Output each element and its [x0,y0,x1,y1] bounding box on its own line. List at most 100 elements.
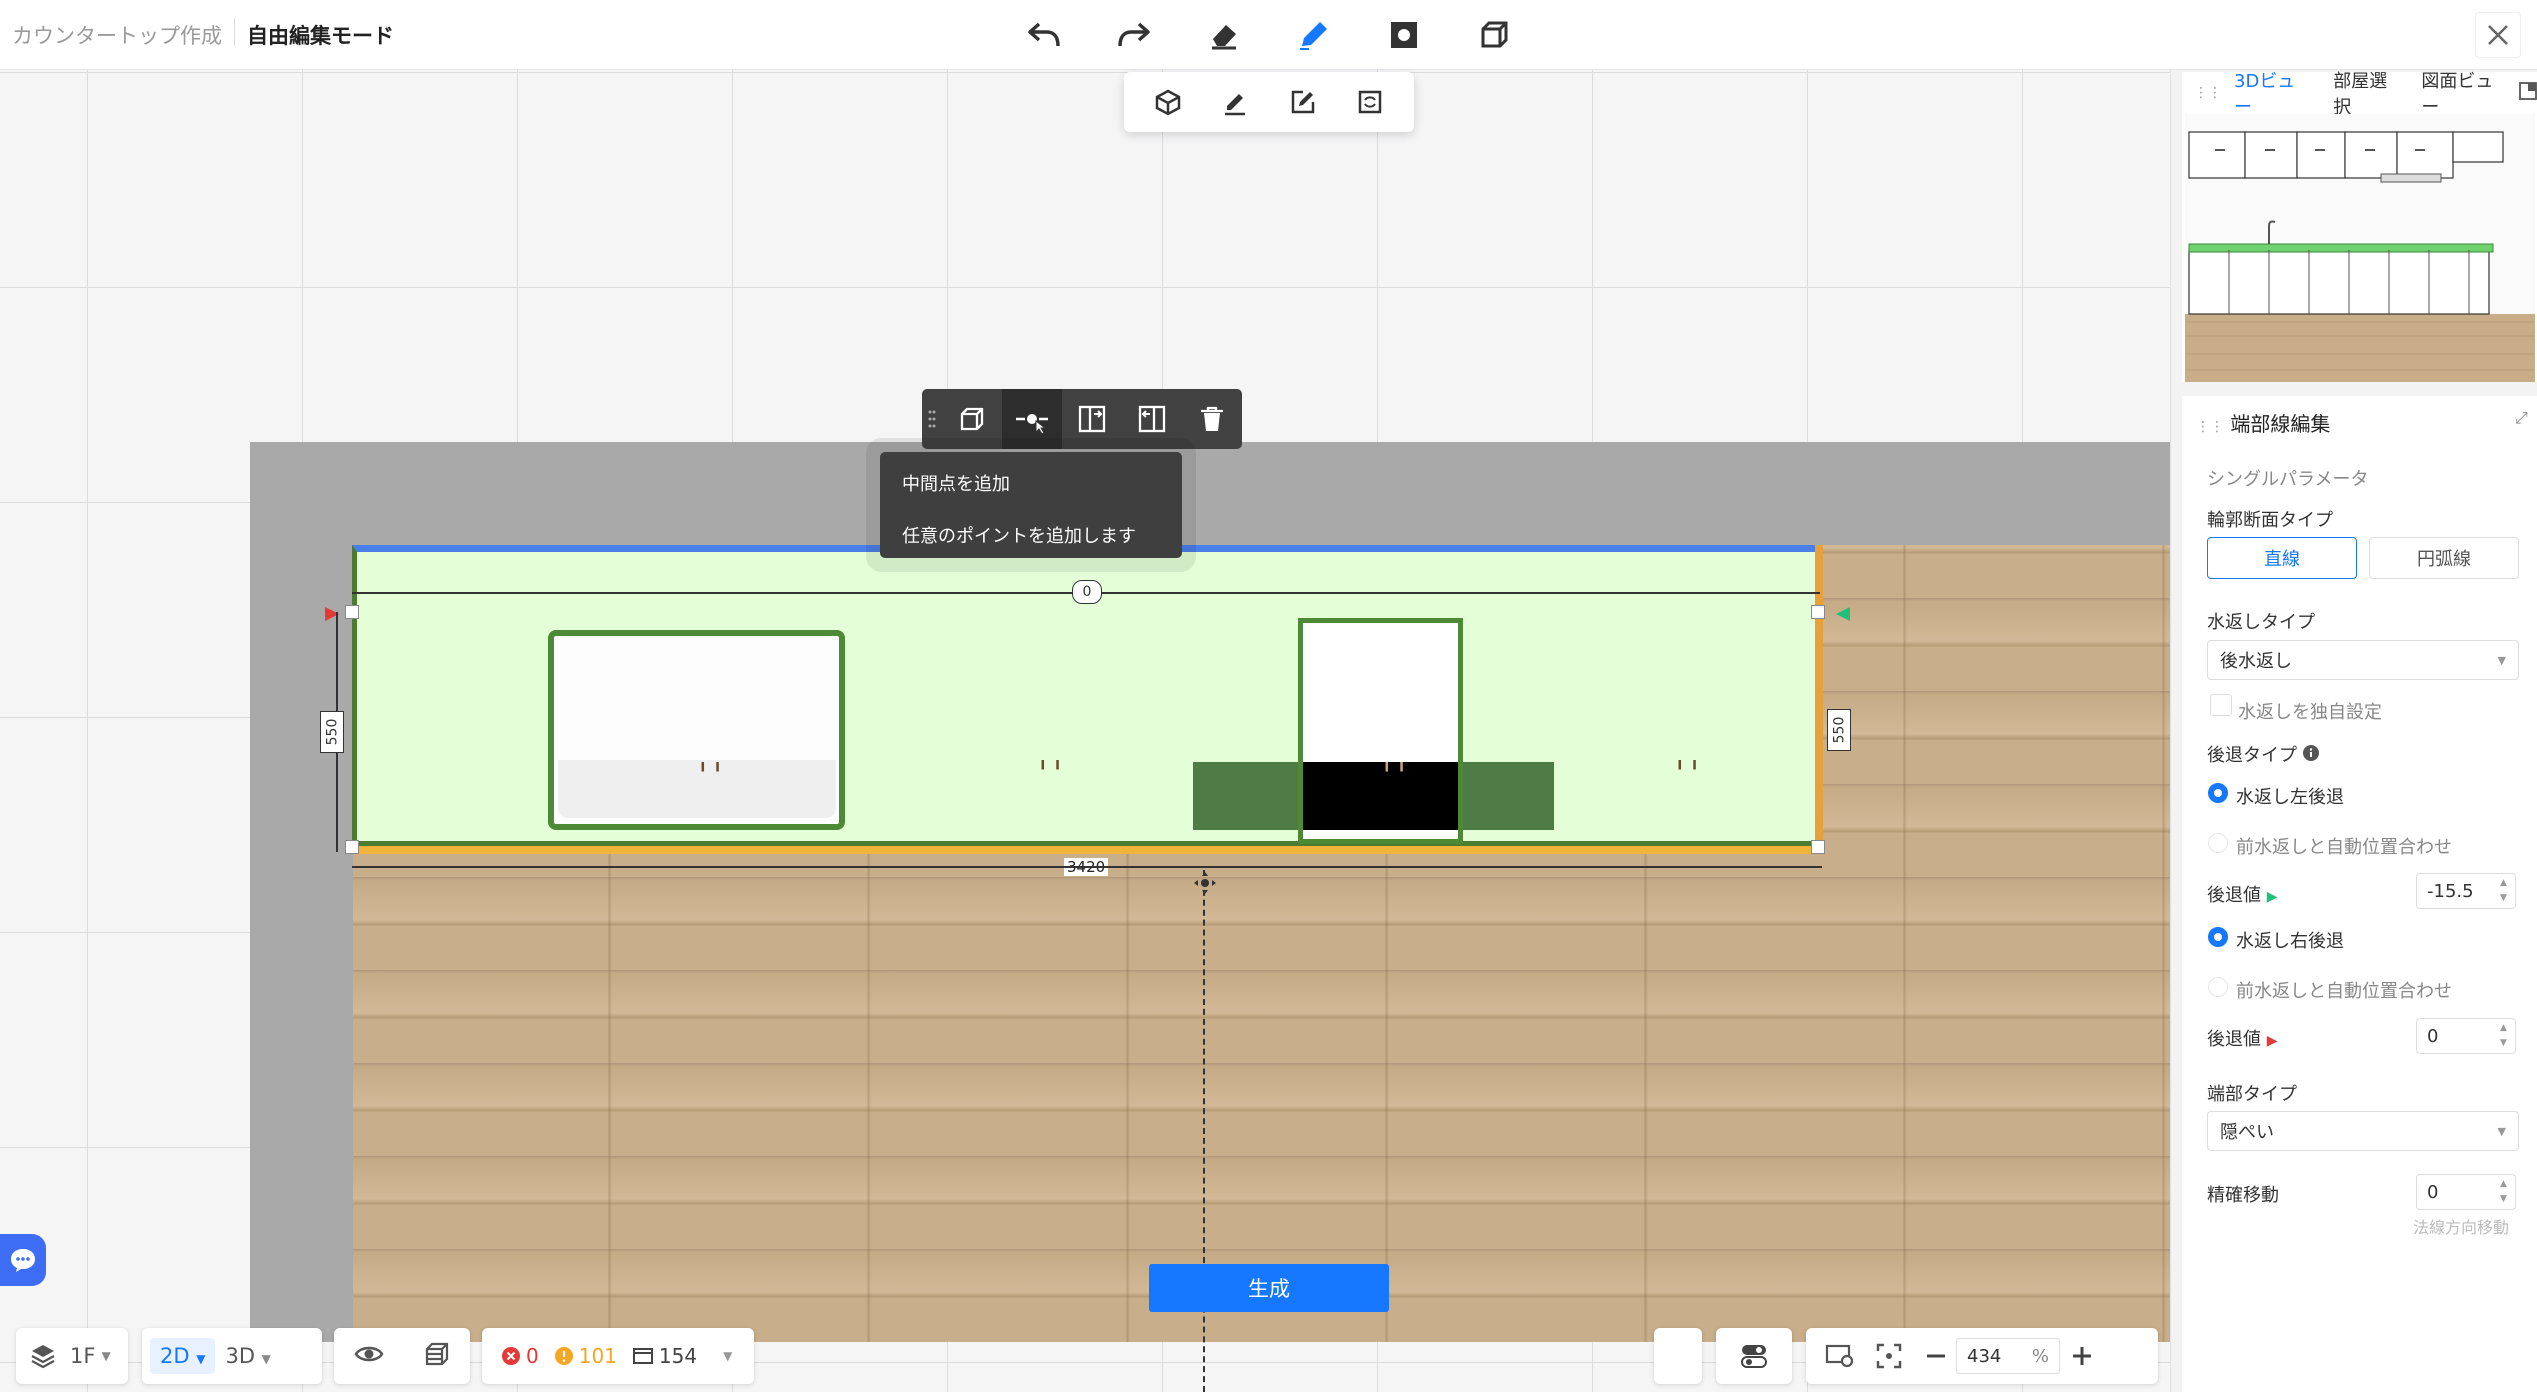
expand-icon[interactable]: ⤢ [2515,408,2528,428]
corner-handle[interactable] [345,605,359,619]
box-icon[interactable] [1469,10,1519,60]
right-retreat-radio[interactable] [2208,927,2228,947]
split-left-icon[interactable] [1062,389,1122,449]
chevron-down-icon: ▼ [2497,653,2506,667]
toggle-icon [1741,1345,1767,1368]
profile-straight-option[interactable]: 直線 [2207,537,2357,579]
tab-room-select[interactable]: 部屋選択 [2333,67,2403,119]
add-midpoint-icon[interactable] [1002,389,1062,449]
center-guide-line [1203,870,1205,1392]
view-2d-button[interactable]: 2D ▼ [150,1338,216,1374]
fit-view-icon[interactable] [1862,1343,1916,1369]
dimension-label-left[interactable]: 550 [320,711,344,753]
tooltip-title: 中間点を追加 [902,474,1010,495]
auto-align-label-1: 前水返しと自動位置合わせ [2236,837,2452,858]
info-icon [2302,745,2319,761]
stepper-icon[interactable]: ▲ ▼ [2500,1177,2507,1207]
close-icon [2488,25,2508,45]
countertop-right-edge[interactable] [1815,545,1823,847]
green-corner-marker [1836,606,1850,621]
tab-3d-view[interactable]: 3Dビュー [2234,67,2311,119]
handle-marker-icon: ╹ ╹ [698,762,723,781]
zoom-input[interactable]: 434 % [1956,1338,2060,1374]
pencil-icon[interactable] [1289,10,1339,60]
right-retreat-label: 水返し右後退 [2236,931,2344,952]
chat-button[interactable] [0,1234,46,1286]
auto-align-radio-1[interactable] [2208,833,2228,853]
zoom-in-icon[interactable] [2060,1345,2104,1367]
floor-selector[interactable]: 1F ▼ [16,1328,128,1384]
dimension-label-right[interactable]: 550 [1827,709,1851,751]
cooktop-surface [1303,762,1458,830]
undo-icon[interactable] [1019,10,1069,60]
square-icon[interactable] [1379,10,1429,60]
eye-icon[interactable] [354,1343,384,1370]
preview-tabs: ⋮⋮ 3Dビュー 部屋選択 図面ビュー [2182,71,2537,118]
end-type-label: 端部タイプ [2207,1084,2297,1105]
retreat-value-label-2: 後退値 ▶ [2207,1029,2278,1050]
move-handle-icon[interactable] [1194,872,1216,894]
eraser-icon[interactable] [1199,10,1249,60]
box-icon[interactable] [942,389,1002,449]
top-bar: カウンタートップ作成 自由編集モード [0,0,2537,70]
screen-settings-icon[interactable] [1818,1343,1862,1369]
zoom-controls: 434 % [1806,1328,2158,1384]
edit-square-icon[interactable] [1280,79,1326,125]
chevron-down-icon: ▼ [723,1349,733,1363]
toggle-settings-button[interactable] [1716,1328,1792,1384]
backsplash-type-label: 水返しタイプ [2207,612,2315,633]
refresh-square-icon[interactable] [1347,79,1393,125]
cube-view-icon[interactable] [423,1340,451,1373]
items-icon [632,1348,653,1364]
corner-handle[interactable] [1811,605,1825,619]
custom-backsplash-label: 水返しを独自設定 [2238,702,2382,723]
tooltip: 中間点を追加 任意のポイントを追加します [880,452,1182,558]
warning-count: 101 [578,1344,617,1368]
custom-backsplash-checkbox[interactable] [2210,694,2232,716]
drag-handle-icon[interactable]: ⋮⋮ [2196,419,2224,435]
breadcrumb-separator [234,18,235,46]
floor-label: 1F [70,1344,96,1368]
stepper-icon[interactable]: ▲ ▼ [2500,1021,2507,1051]
breadcrumb-current: 自由編集モード [247,24,394,48]
blank-tool-button[interactable] [1654,1328,1702,1384]
corner-handle[interactable] [1811,840,1825,854]
countertop-front-edge[interactable] [352,846,1822,854]
handle-marker-icon: ╹ ╹ [1038,760,1063,779]
single-param-label: シングルパラメータ [2207,469,2369,490]
end-type-select[interactable]: 隠ぺい ▼ [2207,1111,2519,1151]
tab-plan-view[interactable]: 図面ビュー [2421,67,2509,119]
close-button[interactable] [2475,12,2521,58]
left-retreat-radio[interactable] [2208,783,2228,803]
profile-arc-option[interactable]: 円弧線 [2369,537,2519,579]
view-3d-button[interactable]: 3D ▼ [215,1338,280,1374]
split-right-icon[interactable] [1122,389,1182,449]
status-counters[interactable]: 0 101 154 ▼ [482,1328,754,1384]
breadcrumb-parent[interactable]: カウンタートップ作成 [12,20,222,50]
generate-button[interactable]: 生成 [1149,1264,1389,1312]
backsplash-type-select[interactable]: 後水返し ▼ [2207,640,2519,680]
retreat-type-label: 後退タイプ [2207,741,2319,767]
sink-basin [558,760,836,818]
zoom-out-icon[interactable] [1916,1345,1956,1367]
left-retreat-label: 水返し左後退 [2236,787,2344,808]
corner-handle[interactable] [345,840,359,854]
redo-icon[interactable] [1109,10,1159,60]
precise-move-hint: 法線方向移動 [2413,1218,2510,1237]
auto-align-radio-2[interactable] [2208,977,2228,997]
collapse-icon[interactable] [2519,81,2537,105]
chevron-down-icon: ▼ [101,1349,111,1363]
drag-handle-icon[interactable] [922,389,942,449]
cube-icon[interactable] [1145,79,1191,125]
edge-context-toolbar [922,389,1242,449]
underline-pen-icon[interactable] [1212,79,1258,125]
stepper-icon[interactable]: ▲ ▼ [2500,876,2507,906]
dimension-label-top[interactable]: 0 [1072,580,1102,604]
retreat-value-label-1: 後退値 ▶ [2207,885,2278,906]
chevron-down-icon: ▼ [2497,1124,2506,1138]
drag-handle-icon[interactable]: ⋮⋮ [2194,85,2222,101]
handle-marker-icon: ╹ ╹ [1382,762,1407,781]
trash-icon[interactable] [1182,389,1242,449]
warning-icon [554,1347,573,1365]
3d-preview[interactable] [2185,114,2535,382]
